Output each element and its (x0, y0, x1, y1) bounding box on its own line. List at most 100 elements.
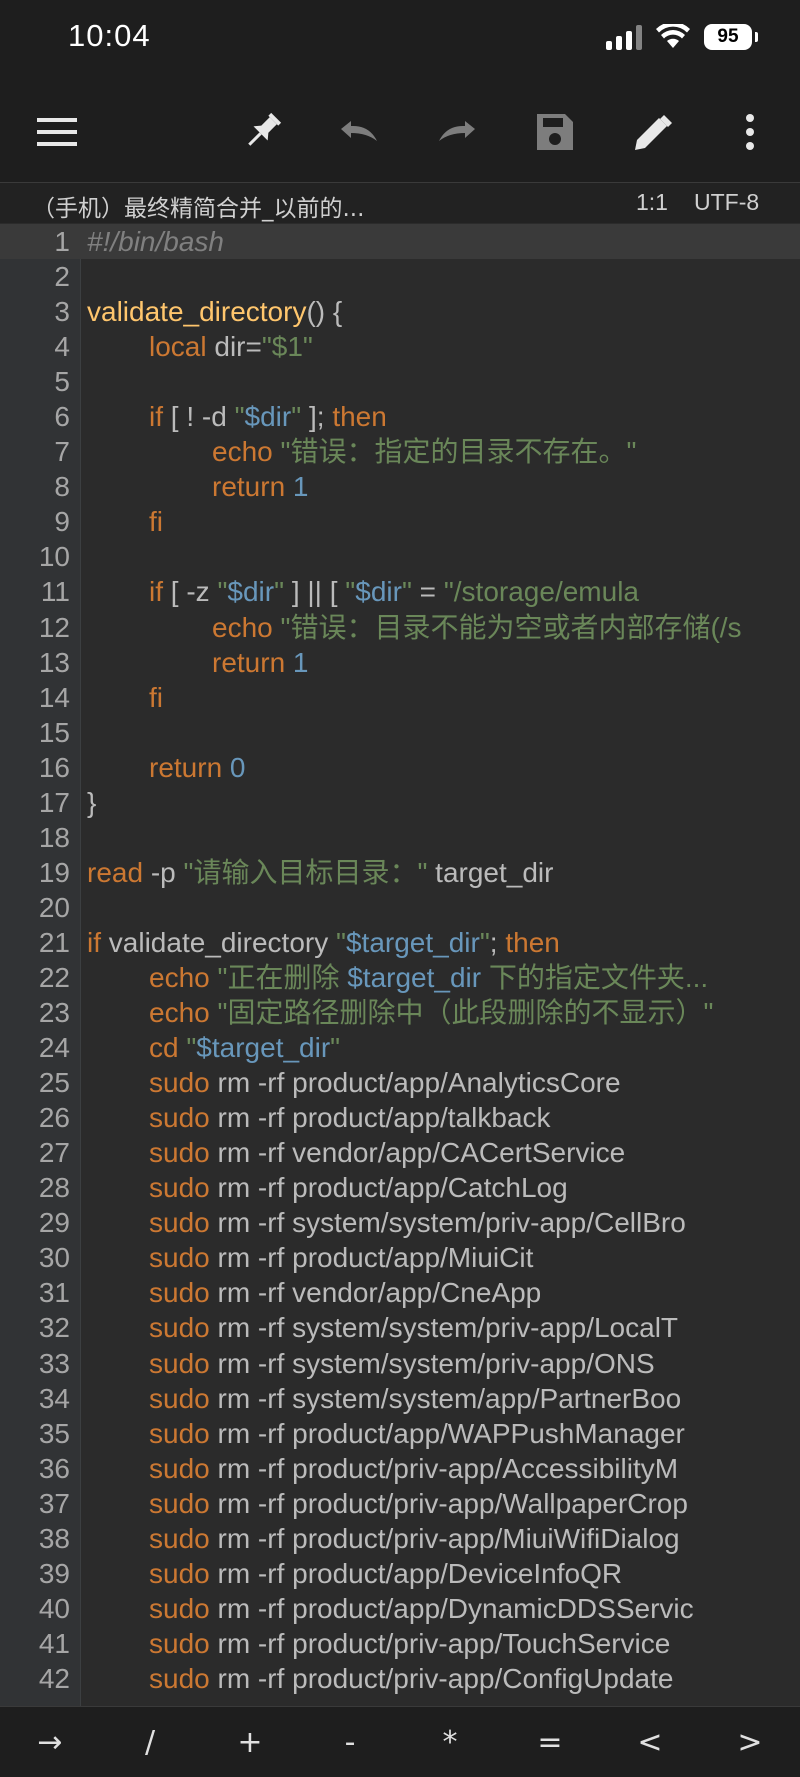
line-number: 35 (38, 1417, 70, 1449)
line-code: sudo rm -rf system/system/priv-app/ONS (87, 1346, 655, 1381)
code-line[interactable]: 34 sudo rm -rf system/system/app/PartnerB… (0, 1381, 800, 1416)
redo-icon[interactable] (427, 102, 487, 162)
code-token: " (479, 926, 490, 958)
code-token: if (87, 926, 101, 958)
code-token: "固定路径删除中（此段删除的不显示）" (209, 997, 714, 1029)
code-line[interactable]: 39 sudo rm -rf product/app/DeviceInfoQR (0, 1556, 800, 1591)
code-line[interactable]: 23 echo "固定路径删除中（此段删除的不显示）" (0, 995, 800, 1030)
code-token: echo (149, 997, 210, 1029)
symbol-key[interactable]: < (610, 1713, 690, 1773)
file-name[interactable]: （手机）最终精简合并_以前的... (32, 189, 364, 223)
code-line[interactable]: 35 sudo rm -rf product/app/WAPPushManager (0, 1416, 800, 1451)
line-number: 15 (38, 716, 70, 748)
code-token: "/storage/emula (443, 576, 639, 608)
code-token: rm -rf product/app/talkback (209, 1102, 551, 1134)
code-lines[interactable]: 1 #!/bin/bash 2 3 validate_directory() {4 loc… (0, 224, 800, 1696)
symbol-key[interactable]: * (410, 1713, 490, 1773)
code-token: $dir (227, 576, 275, 608)
code-line[interactable]: 40 sudo rm -rf product/app/DynamicDDSServ… (0, 1591, 800, 1626)
line-code: sudo rm -rf product/priv-app/WallpaperCr… (87, 1486, 688, 1521)
more-vertical-icon[interactable] (720, 102, 780, 162)
code-line[interactable]: 14 fi (0, 680, 800, 715)
line-number: 6 (54, 401, 70, 433)
code-token: sudo (149, 1277, 210, 1309)
code-line[interactable]: 11 if [ -z "$dir" ] || [ "$dir" = "/stora… (0, 574, 800, 609)
code-line[interactable]: 20 (0, 890, 800, 925)
code-token: sudo (149, 1137, 210, 1169)
pencil-icon[interactable] (623, 102, 683, 162)
symbol-key[interactable]: > (710, 1713, 790, 1773)
wifi-icon (656, 24, 690, 48)
code-line[interactable]: 37 sudo rm -rf product/priv-app/Wallpaper… (0, 1486, 800, 1521)
code-line[interactable]: 25 sudo rm -rf product/app/AnalyticsCore (0, 1065, 800, 1100)
code-line[interactable]: 5 (0, 364, 800, 399)
code-token: rm -rf vendor/app/CACertService (209, 1137, 626, 1169)
code-token: [ ! -d (163, 401, 235, 433)
hamburger-menu-icon[interactable] (27, 102, 87, 162)
code-line[interactable]: 32 sudo rm -rf system/system/priv-app/Loc… (0, 1310, 800, 1345)
code-line[interactable]: 3 validate_directory() { (0, 294, 800, 329)
code-line[interactable]: 18 (0, 820, 800, 855)
code-token: rm -rf system/system/priv-app/ONS (209, 1347, 655, 1379)
code-line[interactable]: 42 sudo rm -rf product/priv-app/ConfigUpd… (0, 1661, 800, 1696)
code-line[interactable]: 17} (0, 785, 800, 820)
code-line[interactable]: 1 #!/bin/bash (0, 224, 800, 260)
code-line[interactable]: 12 echo "错误：目录不能为空或者内部存储(/s (0, 610, 800, 645)
editor-app: 10:04 95 （手机）最终精简合并_以前的... 1:1 UTF-8 1 #… (0, 0, 800, 1777)
code-token: rm -rf product/priv-app/AccessibilityM (209, 1452, 679, 1484)
code-editor[interactable]: 1 #!/bin/bash 2 3 validate_directory() {4 loc… (0, 224, 800, 1706)
status-bar: 10:04 95 (0, 0, 800, 80)
code-line[interactable]: 13 return 1 (0, 645, 800, 680)
code-line[interactable]: 28 sudo rm -rf product/app/CatchLog (0, 1170, 800, 1205)
code-line[interactable]: 8 return 1 (0, 469, 800, 504)
code-line[interactable]: 22 echo "正在删除 $target_dir 下的指定文件夹... (0, 960, 800, 995)
line-code: echo "正在删除 $target_dir 下的指定文件夹... (87, 960, 708, 995)
code-line[interactable]: 24 cd "$target_dir" (0, 1030, 800, 1065)
code-line[interactable]: 9 fi (0, 504, 800, 539)
line-code: read -p "请输入目标目录：" target_dir (87, 855, 553, 890)
symbol-key[interactable]: → (10, 1713, 90, 1773)
code-line[interactable]: 36 sudo rm -rf product/priv-app/Accessibi… (0, 1451, 800, 1486)
code-line[interactable]: 7 echo "错误：指定的目录不存在。" (0, 434, 800, 469)
symbol-key[interactable]: / (110, 1713, 190, 1773)
code-line[interactable]: 26 sudo rm -rf product/app/talkback (0, 1100, 800, 1135)
code-line[interactable]: 19 read -p "请输入目标目录：" target_dir (0, 855, 800, 890)
undo-icon[interactable] (329, 102, 389, 162)
code-token: $target_dir (196, 1032, 331, 1064)
code-line[interactable]: 2 (0, 259, 800, 294)
line-code: sudo rm -rf vendor/app/CneApp (87, 1275, 541, 1310)
code-line[interactable]: 33 sudo rm -rf system/system/priv-app/ONS (0, 1346, 800, 1381)
line-number: 33 (38, 1347, 70, 1379)
code-line[interactable]: 21 if validate_directory "$target_dir"; t… (0, 925, 800, 960)
line-code: sudo rm -rf product/app/DynamicDDSServic (87, 1591, 694, 1626)
line-code: echo "错误：指定的目录不存在。" (87, 434, 636, 469)
code-token: ] || [ (284, 576, 346, 608)
save-icon[interactable] (525, 102, 585, 162)
line-code: fi (87, 504, 163, 539)
line-code: return 1 (87, 469, 309, 504)
code-line[interactable]: 10 (0, 539, 800, 574)
code-token: } (87, 786, 97, 818)
code-line[interactable]: 29 sudo rm -rf system/system/priv-app/Cel… (0, 1205, 800, 1240)
code-token: = (411, 576, 444, 608)
code-line[interactable]: 41 sudo rm -rf product/priv-app/TouchServ… (0, 1626, 800, 1661)
code-line[interactable]: 15 (0, 715, 800, 750)
code-line[interactable]: 16 return 0 (0, 750, 800, 785)
pin-icon[interactable] (232, 102, 292, 162)
code-token: rm -rf product/app/MiuiCit (209, 1242, 534, 1274)
code-line[interactable]: 30 sudo rm -rf product/app/MiuiCit (0, 1240, 800, 1275)
file-encoding[interactable]: UTF-8 (694, 189, 759, 216)
code-line[interactable]: 4 local dir="$1" (0, 329, 800, 364)
symbol-key[interactable]: = (510, 1713, 590, 1773)
symbol-key[interactable]: + (210, 1713, 290, 1773)
line-code: sudo rm -rf product/app/DeviceInfoQR (87, 1556, 622, 1591)
symbol-key[interactable]: - (310, 1713, 390, 1773)
line-number: 29 (38, 1207, 70, 1239)
line-code: return 1 (87, 645, 309, 680)
code-token: then (505, 926, 560, 958)
code-line[interactable]: 31 sudo rm -rf vendor/app/CneApp (0, 1275, 800, 1310)
code-line[interactable]: 38 sudo rm -rf product/priv-app/MiuiWifiD… (0, 1521, 800, 1556)
code-line[interactable]: 6 if [ ! -d "$dir" ]; then (0, 399, 800, 434)
code-line[interactable]: 27 sudo rm -rf vendor/app/CACertService (0, 1135, 800, 1170)
cursor-position: 1:1 (636, 189, 668, 215)
